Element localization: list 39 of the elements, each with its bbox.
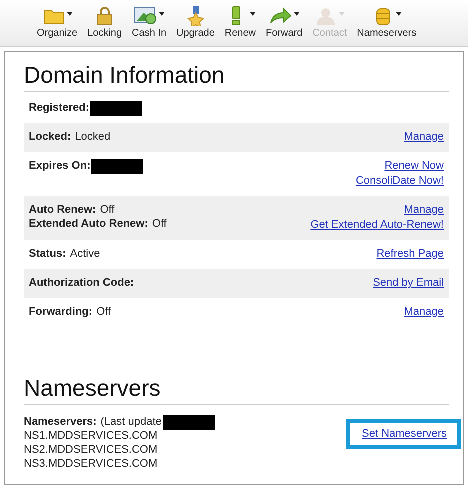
action-link[interactable]: ConsoliDate Now! bbox=[356, 174, 444, 188]
action-link[interactable]: Manage bbox=[404, 305, 444, 319]
field-value: Locked bbox=[75, 131, 111, 143]
field-label: Extended Auto Renew: bbox=[29, 218, 148, 230]
field-label: Registered: bbox=[29, 102, 90, 114]
nameserver-text: NS1.MDDSERVICES.COM bbox=[24, 429, 159, 443]
action-link[interactable]: Refresh Page bbox=[376, 247, 444, 261]
action-link[interactable]: Get Extended Auto-Renew! bbox=[310, 218, 444, 232]
picture-coin-icon bbox=[134, 6, 158, 26]
redaction-bar bbox=[162, 414, 215, 430]
field-label: Auto Renew: bbox=[29, 204, 96, 216]
nameserver-text: NS3.MDDSERVICES.COM bbox=[24, 457, 159, 471]
section-heading: Nameservers bbox=[24, 375, 449, 405]
toolbar-button[interactable]: Upgrade bbox=[172, 6, 220, 46]
toolbar-button[interactable]: Organize bbox=[32, 6, 83, 46]
toolbar-button[interactable]: Forward bbox=[261, 6, 308, 46]
toolbar-button[interactable]: Nameservers bbox=[352, 6, 422, 46]
toolbar-button[interactable]: Locking bbox=[82, 6, 128, 46]
field-value: Off bbox=[152, 218, 167, 230]
action-link[interactable]: Renew Now bbox=[384, 159, 444, 173]
field-label: Status: bbox=[29, 248, 66, 260]
field-label: Nameservers: bbox=[24, 416, 97, 428]
nameserver-text: NS2.MDDSERVICES.COM bbox=[24, 443, 159, 457]
field-label: Expires On: bbox=[29, 160, 91, 172]
field-value: Off bbox=[100, 204, 115, 216]
action-link[interactable]: Manage bbox=[404, 130, 444, 144]
field-label: Forwarding: bbox=[29, 306, 93, 318]
field-label: Locked: bbox=[29, 131, 72, 143]
toolbar-button[interactable]: Cash In bbox=[127, 6, 172, 46]
set-nameservers-link[interactable]: Set Nameservers bbox=[346, 419, 461, 449]
field-value: Active bbox=[70, 248, 100, 260]
section-heading: Domain Information bbox=[24, 62, 449, 92]
toolbar-button[interactable]: Renew bbox=[220, 6, 262, 46]
last-update-note: (Last update bbox=[100, 416, 162, 428]
arrow-icon bbox=[268, 6, 293, 26]
action-link[interactable]: Manage bbox=[404, 203, 444, 217]
action-link[interactable]: Send by Email bbox=[373, 276, 444, 290]
field-label: Authorization Code: bbox=[29, 277, 134, 289]
field-value: Off bbox=[96, 306, 112, 318]
